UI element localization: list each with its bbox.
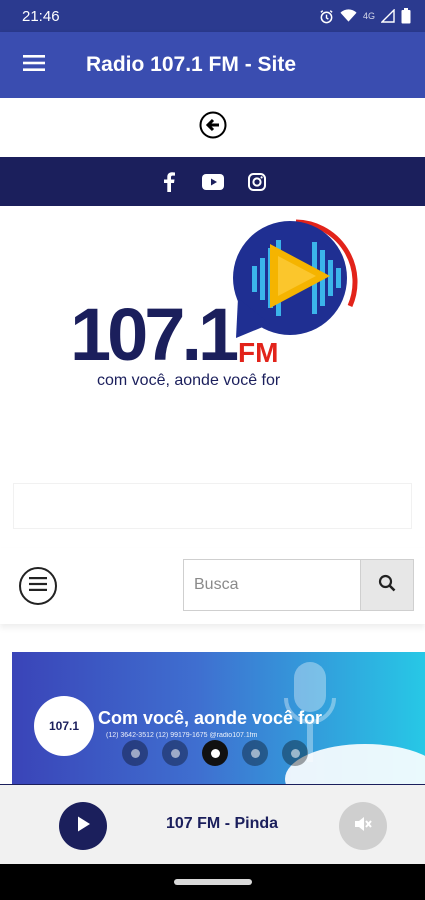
- signal-icon: [381, 9, 395, 23]
- alarm-icon: [319, 9, 334, 24]
- logo-tagline: com você, aonde você for: [97, 372, 281, 389]
- app-bar: Radio 107.1 FM - Site: [0, 32, 425, 98]
- banner-logo: 107.1: [34, 696, 94, 756]
- play-icon: [75, 815, 91, 838]
- player-bar: 107 FM - Pinda: [0, 784, 425, 864]
- carousel-dots: [122, 740, 308, 766]
- instagram-icon[interactable]: [245, 170, 269, 194]
- back-arrow-icon[interactable]: [199, 111, 227, 144]
- hamburger-menu-icon: [23, 54, 45, 77]
- station-name: 107 FM - Pinda: [166, 815, 279, 832]
- app-title: Radio 107.1 FM - Site: [86, 53, 297, 76]
- wifi-icon: [340, 9, 357, 23]
- circle-menu-button[interactable]: [19, 567, 57, 605]
- system-nav-bar: [0, 864, 425, 900]
- play-button[interactable]: [59, 802, 107, 850]
- social-bar: [0, 157, 425, 206]
- banner-contacts: (12) 3642-3512 (12) 99179-1675 @radio107…: [106, 732, 258, 739]
- status-time: 21:46: [22, 7, 60, 25]
- carousel-dot[interactable]: [122, 740, 148, 766]
- facebook-icon[interactable]: [157, 170, 181, 194]
- station-logo: 107.1 FM com você, aonde você for: [0, 206, 425, 476]
- back-row: [0, 98, 425, 157]
- carousel-dot[interactable]: [202, 740, 228, 766]
- search-row: [0, 548, 425, 624]
- logo-number: 107.1: [70, 293, 239, 376]
- logo-play-emblem: [230, 218, 360, 353]
- mute-button[interactable]: [339, 802, 387, 850]
- volume-mute-icon: [353, 815, 373, 838]
- banner-logo-text: 107.1: [48, 719, 80, 733]
- hamburger-menu-button[interactable]: [0, 32, 68, 98]
- search-button[interactable]: [360, 559, 414, 611]
- app-screen: 21:46 4G Radio 107.1 FM - Site 107.1 FM …: [0, 0, 425, 900]
- search-icon: [378, 574, 396, 597]
- youtube-icon[interactable]: [201, 170, 225, 194]
- banner-headline: Com você, aonde você for: [98, 708, 323, 728]
- banner-carousel[interactable]: 107.1 Com você, aonde você for (12) 3642…: [12, 652, 425, 784]
- circle-menu-icon: [29, 576, 47, 596]
- status-icons: 4G: [319, 8, 411, 24]
- carousel-dot[interactable]: [282, 740, 308, 766]
- status-bar: 21:46 4G: [0, 0, 425, 32]
- search-input[interactable]: [183, 559, 361, 611]
- network-label: 4G: [362, 11, 375, 21]
- battery-icon: [401, 8, 411, 24]
- carousel-dot[interactable]: [162, 740, 188, 766]
- carousel-dot[interactable]: [242, 740, 268, 766]
- home-gesture-pill[interactable]: [174, 879, 252, 885]
- empty-card: [13, 483, 412, 529]
- logo-fm: FM: [238, 337, 279, 368]
